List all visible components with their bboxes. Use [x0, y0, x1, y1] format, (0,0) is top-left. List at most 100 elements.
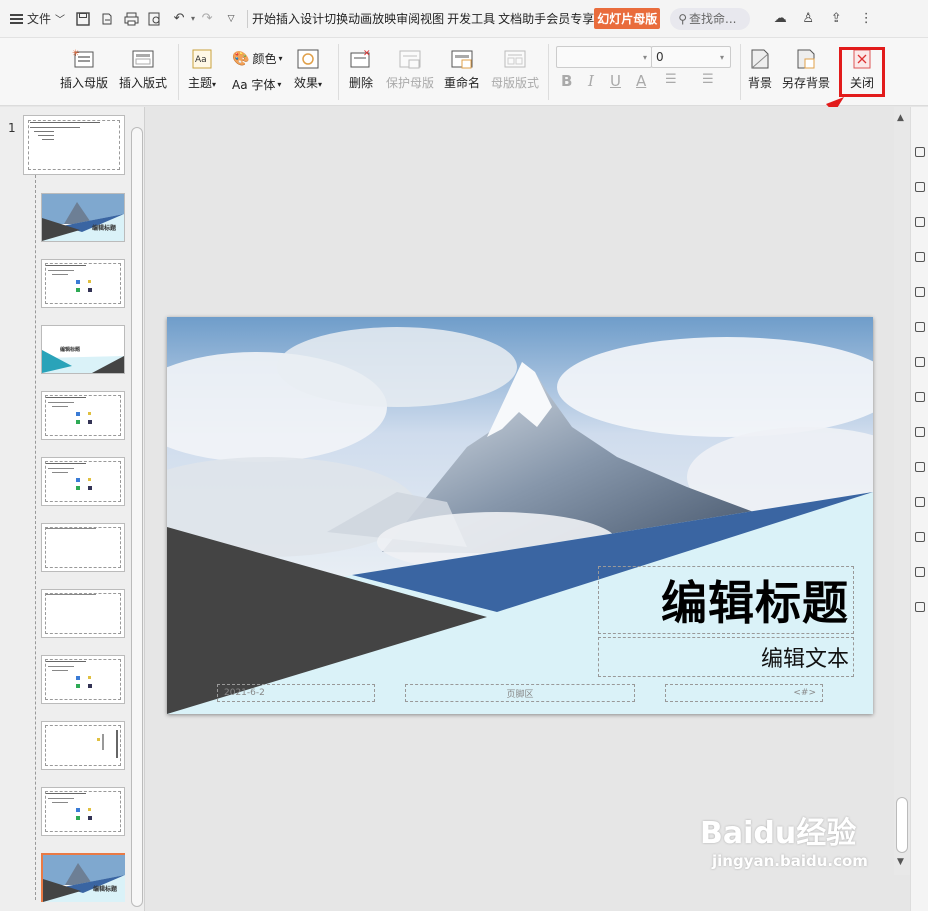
thumb-title-text: 编辑标题 [60, 347, 81, 353]
date-placeholder[interactable]: 2021-6-2 [217, 684, 375, 702]
slide-title: 编辑标题 [661, 576, 849, 630]
underline-icon[interactable]: U [610, 72, 621, 90]
save-background-label: 另存背景 [782, 76, 831, 90]
tab-home[interactable]: 开始 [252, 10, 276, 27]
task-pane-icon[interactable] [915, 462, 925, 472]
thumb-layout[interactable] [41, 787, 125, 836]
task-pane-icon[interactable] [915, 602, 925, 612]
colors-button[interactable]: 🎨 颜色 ▾ [232, 50, 282, 67]
thumb-master[interactable] [23, 115, 125, 175]
thumb-layout[interactable] [41, 655, 125, 704]
thumb-scrollbar[interactable] [131, 127, 143, 907]
command-search[interactable]: ⚲ 查找命... [670, 7, 751, 30]
file-menu[interactable]: 文件 ﹀ [0, 10, 71, 27]
slide-page-number: <#> [793, 688, 816, 698]
save-background-icon [794, 48, 818, 70]
task-pane-icon[interactable] [915, 392, 925, 402]
menu-bar: 文件 ﹀ ↶ ▾ ↷ ▽ 开始 插入 设计 切换 动画 放映 审阅 视图 开发工… [0, 0, 928, 38]
subtitle-placeholder[interactable]: 编辑文本 [598, 637, 854, 677]
effects-label: 效果▾ [294, 76, 323, 90]
insert-layout-label: 插入版式 [119, 76, 168, 90]
thumb-title-text: 编辑标题 [92, 225, 117, 232]
title-placeholder[interactable]: 编辑标题 [598, 566, 854, 634]
task-pane-icon[interactable] [915, 217, 925, 227]
task-pane-icon[interactable] [915, 322, 925, 332]
font-name-combo[interactable]: ▾ [556, 46, 652, 68]
save-background-button[interactable]: 另存背景 [782, 48, 830, 91]
tab-design[interactable]: 设计 [300, 10, 324, 27]
ribbon-separator [548, 44, 549, 100]
undo-icon[interactable]: ↶ [171, 11, 187, 27]
thumb-layout[interactable] [41, 721, 125, 770]
task-pane-icon[interactable] [915, 182, 925, 192]
task-pane-icon[interactable] [915, 252, 925, 262]
italic-icon[interactable]: I [588, 72, 594, 90]
bold-icon[interactable]: B [561, 72, 572, 90]
insert-layout-button[interactable]: 插入版式 [119, 48, 167, 91]
master-layout-label: 母版版式 [491, 76, 540, 90]
bullet-list-icon[interactable]: ☰ [665, 72, 677, 87]
tab-slide-master[interactable]: 幻灯片母版 [594, 8, 661, 29]
fonts-button[interactable]: Aa 字体 ▾ [232, 76, 281, 93]
thumb-layout[interactable] [41, 391, 125, 440]
tab-developer[interactable]: 开发工具 [447, 10, 495, 27]
tab-review[interactable]: 审阅 [396, 10, 420, 27]
scroll-up-icon[interactable]: ▲ [897, 113, 904, 123]
undo-dropdown-icon[interactable]: ▾ [191, 14, 195, 23]
numbered-list-icon[interactable]: ☰ [702, 72, 714, 87]
master-number: 1 [8, 121, 16, 135]
redo-icon[interactable]: ↷ [199, 11, 215, 27]
tab-animations[interactable]: 动画 [348, 10, 372, 27]
thumb-layout[interactable]: 编辑标题 [41, 193, 125, 242]
quick-access-more-icon[interactable]: ▽ [223, 11, 239, 27]
task-pane-icon[interactable] [915, 532, 925, 542]
thumb-layout[interactable] [41, 589, 125, 638]
task-pane-icon[interactable] [915, 567, 925, 577]
cloud-sync-icon[interactable]: ☁ [772, 11, 788, 27]
tab-transitions[interactable]: 切换 [324, 10, 348, 27]
task-pane-icon[interactable] [915, 287, 925, 297]
tab-insert[interactable]: 插入 [276, 10, 300, 27]
task-pane-icon[interactable] [915, 427, 925, 437]
background-button[interactable]: 背景 [748, 48, 772, 91]
font-size-combo[interactable]: 0 ▾ [651, 46, 731, 68]
svg-text:✕: ✕ [363, 49, 371, 59]
footer-placeholder[interactable]: 页脚区 [405, 684, 635, 702]
insert-master-button[interactable]: ✳ 插入母版 [60, 48, 108, 91]
save-icon[interactable] [75, 11, 91, 27]
task-pane-icon[interactable] [915, 497, 925, 507]
more-options-icon[interactable]: ⋮ [858, 11, 874, 27]
tab-member[interactable]: 会员专享 [546, 10, 594, 27]
tab-doc-assistant[interactable]: 文档助手 [498, 10, 546, 27]
palette-icon: 🎨 [232, 50, 250, 67]
thumb-layout[interactable]: 编辑标题 [41, 325, 125, 374]
font-color-icon[interactable]: A [636, 72, 646, 90]
print-preview-icon[interactable] [147, 11, 163, 27]
thumb-layout[interactable] [41, 259, 125, 308]
thumb-layout[interactable] [41, 457, 125, 506]
scroll-down-icon[interactable]: ▼ [897, 857, 904, 867]
hamburger-icon [10, 13, 23, 24]
share-user-icon[interactable]: ♙ [800, 11, 816, 27]
effects-button[interactable]: 效果▾ [294, 48, 322, 91]
thumb-title-text: 编辑标题 [93, 886, 118, 893]
theme-label: 主题▾ [188, 76, 217, 90]
master-layout-button[interactable]: 母版版式 [491, 48, 539, 91]
slide-master-title-layout[interactable]: 编辑标题 编辑文本 2021-6-2 页脚区 <#> [167, 317, 873, 714]
share-icon[interactable]: ⇪ [828, 11, 844, 27]
thumb-layout[interactable]: 编辑标题 [41, 853, 125, 902]
task-pane-icon[interactable] [915, 357, 925, 367]
export-icon[interactable] [99, 11, 115, 27]
thumb-layout[interactable] [41, 523, 125, 572]
protect-master-button[interactable]: 保护母版 [386, 48, 434, 91]
scroll-thumb[interactable] [896, 797, 908, 853]
tab-view[interactable]: 视图 [420, 10, 444, 27]
rename-button[interactable]: 重命名 [444, 48, 480, 91]
theme-button[interactable]: Aa 主题▾ [188, 48, 216, 91]
task-pane-icon[interactable] [915, 147, 925, 157]
delete-button[interactable]: ✕ 删除 [349, 48, 373, 91]
page-number-placeholder[interactable]: <#> [665, 684, 823, 702]
tab-slideshow[interactable]: 放映 [372, 10, 396, 27]
print-icon[interactable] [123, 11, 139, 27]
canvas-vertical-scrollbar[interactable]: ▲ ▼ [894, 107, 910, 875]
